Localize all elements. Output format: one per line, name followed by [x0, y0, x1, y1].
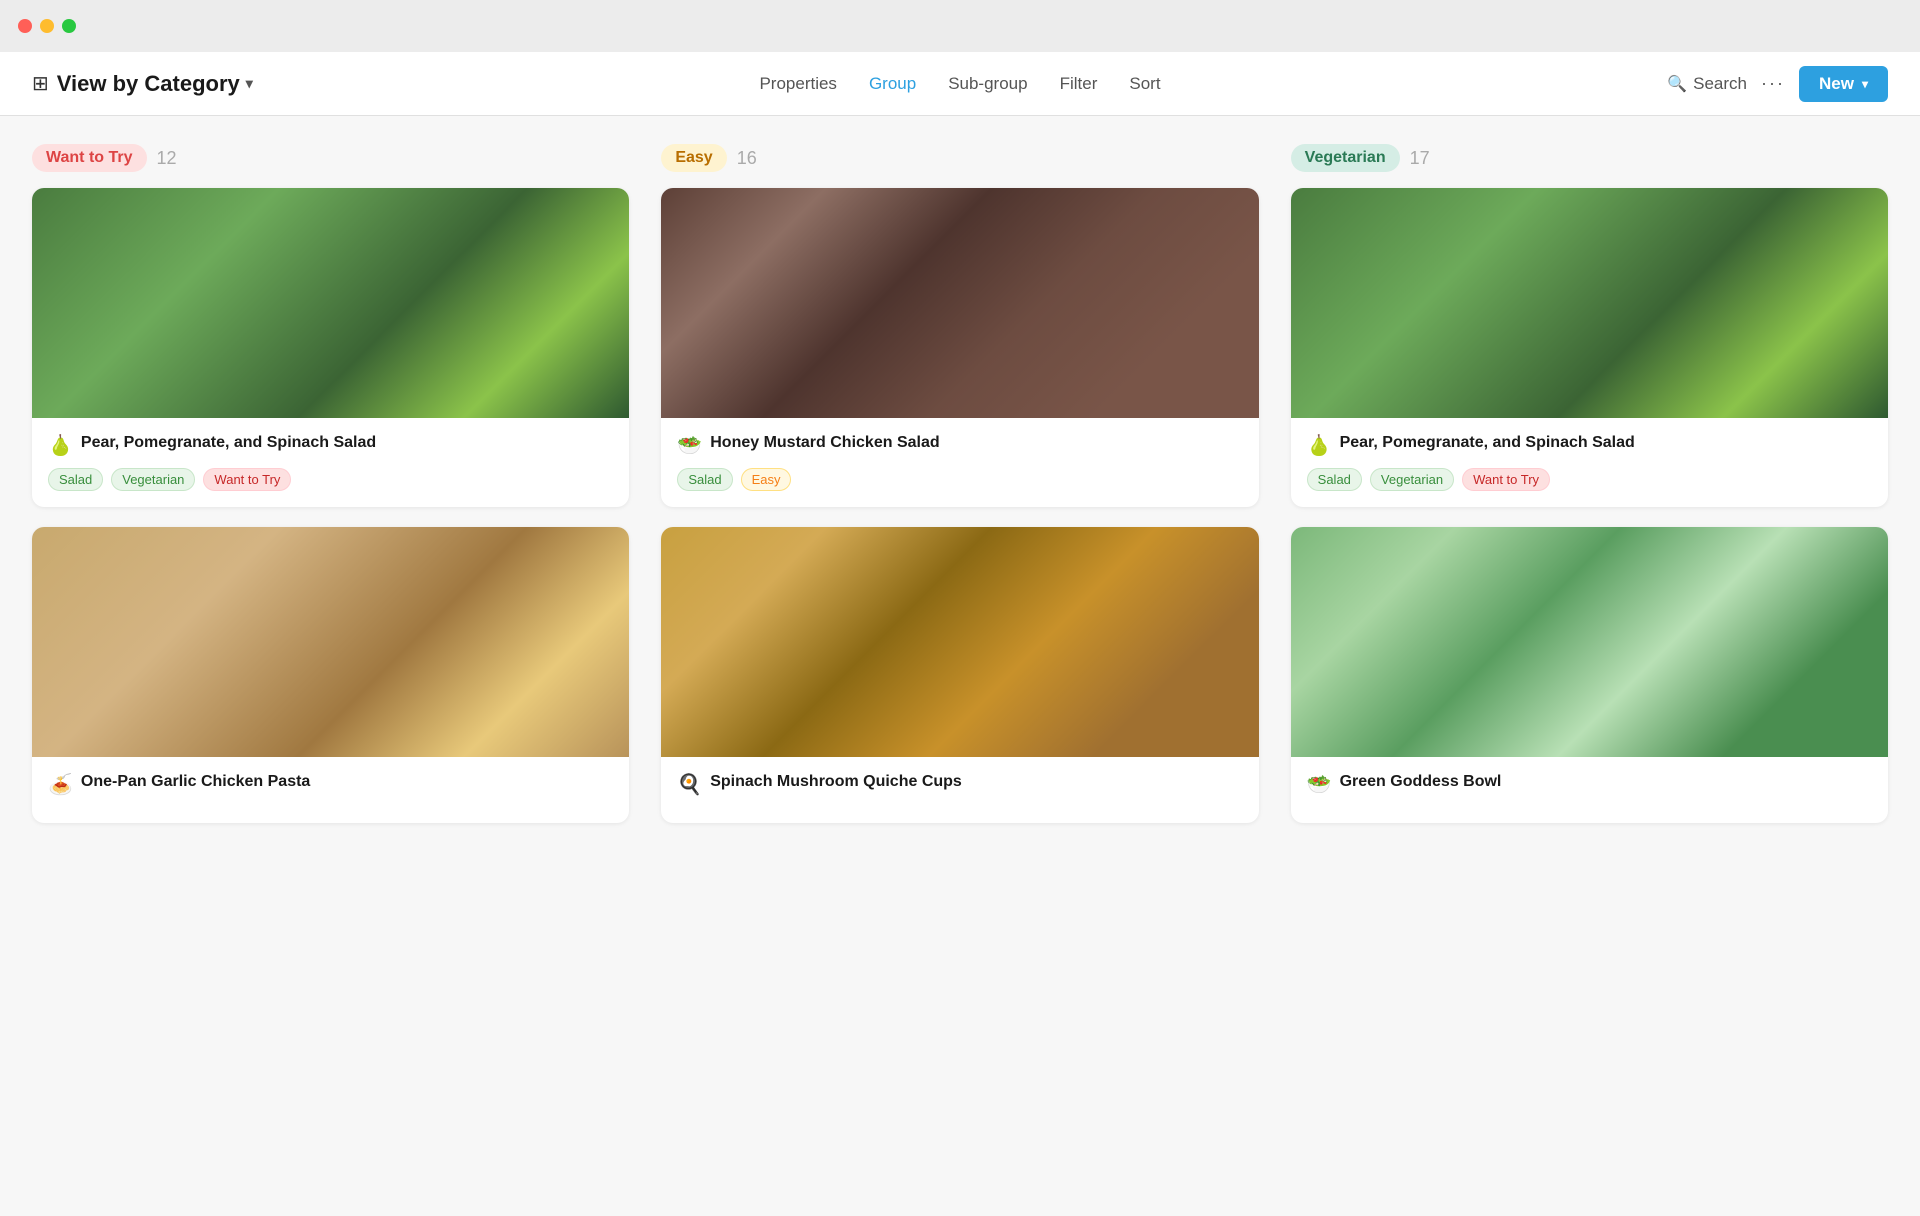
view-by-category-icon: ⊞ — [32, 71, 49, 96]
card-title-row-chicken: 🥗 Honey Mustard Chicken Salad — [677, 432, 1242, 458]
toolbar-center: Properties Group Sub-group Filter Sort — [253, 70, 1667, 98]
card-green-goddess-partial[interactable]: 🥗 Green Goddess Bowl — [1291, 527, 1888, 823]
traffic-light-green[interactable] — [62, 19, 76, 33]
card-body-pasta: 🍝 One-Pan Garlic Chicken Pasta — [32, 757, 629, 823]
card-honey-mustard[interactable]: 🥗 Honey Mustard Chicken Salad Salad Easy — [661, 188, 1258, 507]
nav-sort[interactable]: Sort — [1127, 70, 1162, 98]
columns-wrapper: Want to Try 12 🍐 Pear, Pomegranate, and … — [32, 144, 1888, 823]
card-title-pear-pomegranate-1: Pear, Pomegranate, and Spinach Salad — [81, 432, 376, 454]
card-image-pear-pomegranate-1 — [32, 188, 629, 418]
card-body-pear-pomegranate-2: 🍐 Pear, Pomegranate, and Spinach Salad S… — [1291, 418, 1888, 507]
card-title-chicken: Honey Mustard Chicken Salad — [710, 432, 939, 454]
tag-salad-1[interactable]: Salad — [48, 468, 103, 491]
toolbar: ⊞ View by Category ▾ Properties Group Su… — [0, 52, 1920, 116]
card-tags-1: Salad Vegetarian Want to Try — [48, 468, 613, 491]
nav-group[interactable]: Group — [867, 70, 918, 98]
view-by-category-label: View by Category — [57, 71, 240, 97]
tag-want-to-try-2[interactable]: Want to Try — [1462, 468, 1550, 491]
toolbar-right: 🔍 Search ··· New ▾ — [1667, 66, 1888, 102]
card-title-pasta: One-Pan Garlic Chicken Pasta — [81, 771, 310, 793]
nav-properties[interactable]: Properties — [757, 70, 838, 98]
category-count-vegetarian: 17 — [1410, 148, 1430, 169]
search-label: Search — [1693, 74, 1747, 94]
card-title-row-1: 🍐 Pear, Pomegranate, and Spinach Salad — [48, 432, 613, 458]
category-badge-easy: Easy — [661, 144, 726, 172]
traffic-light-red[interactable] — [18, 19, 32, 33]
category-count-easy: 16 — [737, 148, 757, 169]
card-image-pasta — [32, 527, 629, 757]
column-vegetarian: Vegetarian 17 🍐 Pear, Pomegranate, and S… — [1291, 144, 1888, 823]
column-header-want-to-try: Want to Try 12 — [32, 144, 629, 172]
recipe-emoji-2: 🍐 — [1307, 433, 1332, 458]
search-area[interactable]: 🔍 Search — [1667, 74, 1747, 94]
card-title-row-2: 🍐 Pear, Pomegranate, and Spinach Salad — [1307, 432, 1872, 458]
card-title-row-pasta: 🍝 One-Pan Garlic Chicken Pasta — [48, 771, 613, 797]
card-quiche-partial[interactable]: 🍳 Spinach Mushroom Quiche Cups — [661, 527, 1258, 823]
card-body-quiche: 🍳 Spinach Mushroom Quiche Cups — [661, 757, 1258, 823]
card-pear-pomegranate-1[interactable]: 🍐 Pear, Pomegranate, and Spinach Salad S… — [32, 188, 629, 507]
recipe-emoji-chicken: 🥗 — [677, 433, 702, 458]
tag-want-to-try-1[interactable]: Want to Try — [203, 468, 291, 491]
tag-vegetarian-1[interactable]: Vegetarian — [111, 468, 195, 491]
card-title-pear-pomegranate-2: Pear, Pomegranate, and Spinach Salad — [1340, 432, 1635, 454]
toolbar-left: ⊞ View by Category ▾ — [32, 71, 253, 97]
tag-vegetarian-2[interactable]: Vegetarian — [1370, 468, 1454, 491]
card-tags-chicken: Salad Easy — [677, 468, 1242, 491]
card-title-green-goddess: Green Goddess Bowl — [1340, 771, 1502, 793]
card-image-quiche — [661, 527, 1258, 757]
category-badge-want-to-try: Want to Try — [32, 144, 147, 172]
new-button[interactable]: New ▾ — [1799, 66, 1888, 102]
view-by-category-button[interactable]: View by Category ▾ — [57, 71, 253, 97]
card-title-row-green: 🥗 Green Goddess Bowl — [1307, 771, 1872, 797]
category-badge-vegetarian: Vegetarian — [1291, 144, 1400, 172]
card-image-chicken-salad — [661, 188, 1258, 418]
more-options-button[interactable]: ··· — [1761, 73, 1785, 94]
card-image-green-bowl — [1291, 527, 1888, 757]
recipe-emoji-1: 🍐 — [48, 433, 73, 458]
column-want-to-try: Want to Try 12 🍐 Pear, Pomegranate, and … — [32, 144, 629, 823]
column-header-easy: Easy 16 — [661, 144, 1258, 172]
column-easy: Easy 16 🥗 Honey Mustard Chicken Salad Sa… — [661, 144, 1258, 823]
card-tags-2: Salad Vegetarian Want to Try — [1307, 468, 1872, 491]
nav-subgroup[interactable]: Sub-group — [946, 70, 1029, 98]
card-body-green-bowl: 🥗 Green Goddess Bowl — [1291, 757, 1888, 823]
category-count-want-to-try: 12 — [157, 148, 177, 169]
card-body-chicken-salad: 🥗 Honey Mustard Chicken Salad Salad Easy — [661, 418, 1258, 507]
column-header-vegetarian: Vegetarian 17 — [1291, 144, 1888, 172]
tag-salad-chicken[interactable]: Salad — [677, 468, 732, 491]
card-title-quiche: Spinach Mushroom Quiche Cups — [710, 771, 962, 793]
tag-salad-2[interactable]: Salad — [1307, 468, 1362, 491]
recipe-emoji-quiche: 🍳 — [677, 772, 702, 797]
card-pasta-partial[interactable]: 🍝 One-Pan Garlic Chicken Pasta — [32, 527, 629, 823]
card-pear-pomegranate-2[interactable]: 🍐 Pear, Pomegranate, and Spinach Salad S… — [1291, 188, 1888, 507]
main-content: Want to Try 12 🍐 Pear, Pomegranate, and … — [0, 116, 1920, 1216]
tag-easy-chicken[interactable]: Easy — [741, 468, 792, 491]
card-body-pear-pomegranate-1: 🍐 Pear, Pomegranate, and Spinach Salad S… — [32, 418, 629, 507]
search-icon: 🔍 — [1667, 74, 1687, 94]
title-bar — [0, 0, 1920, 52]
traffic-light-yellow[interactable] — [40, 19, 54, 33]
card-title-row-quiche: 🍳 Spinach Mushroom Quiche Cups — [677, 771, 1242, 797]
card-image-pear-pomegranate-2 — [1291, 188, 1888, 418]
nav-filter[interactable]: Filter — [1058, 70, 1100, 98]
new-button-label: New — [1819, 74, 1854, 94]
recipe-emoji-pasta: 🍝 — [48, 772, 73, 797]
new-button-chevron: ▾ — [1862, 77, 1868, 91]
view-by-category-chevron: ▾ — [246, 75, 253, 92]
recipe-emoji-green: 🥗 — [1307, 772, 1332, 797]
